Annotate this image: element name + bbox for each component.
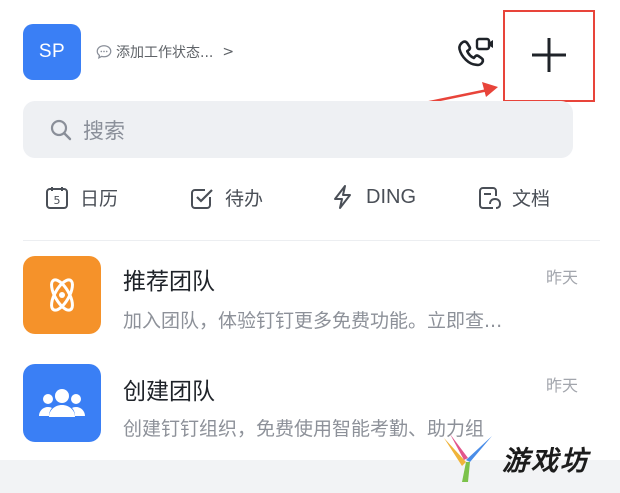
search-bar[interactable]: 搜索 [23,101,573,158]
work-status-link[interactable]: 添加工作状态... > [95,42,234,62]
phone-video-icon[interactable] [456,36,496,70]
conversation-time: 昨天 [545,268,578,287]
tab-todo-label: 待办 [225,188,264,210]
tab-docs[interactable]: 文档 [476,184,550,211]
watermark: 游戏坊 [440,432,589,484]
quick-actions: 5 日历 待办 DING 文档 [0,184,600,218]
calendar-badge: 5 [54,194,61,207]
atom-team-icon [23,256,101,334]
people-group-icon [23,364,101,442]
watermark-text: 游戏坊 [502,445,589,477]
document-icon [479,186,502,209]
search-placeholder: 搜索 [83,118,125,143]
avatar[interactable]: SP [23,24,81,80]
calendar-icon: 5 [46,186,68,209]
list-item[interactable]: 推荐团队 加入团队，体验钉钉更多免费功能。立即查... 昨天 [0,252,600,352]
lightning-icon [334,185,351,209]
chat-bubble-icon [96,45,112,60]
chevron-right-icon: > [222,44,235,60]
conversation-preview: 加入团队，体验钉钉更多免费功能。立即查... [123,310,503,332]
conversation-time: 昨天 [545,376,578,395]
tab-todo[interactable]: 待办 [189,184,263,211]
tab-ding-label: DING [366,185,416,208]
divider [23,240,600,241]
conversation-title: 推荐团队 [123,269,215,295]
plus-icon[interactable] [528,34,570,76]
tab-docs-label: 文档 [512,188,551,210]
tab-calendar-label: 日历 [80,188,119,210]
tab-calendar[interactable]: 5 日历 [44,184,118,211]
tab-ding[interactable]: DING [330,184,416,210]
conversation-title: 创建团队 [123,379,215,405]
y-logo-icon [444,434,492,482]
checkbox-icon [191,188,213,209]
work-status-text: 添加工作状态... [116,45,214,61]
search-icon [50,119,72,140]
